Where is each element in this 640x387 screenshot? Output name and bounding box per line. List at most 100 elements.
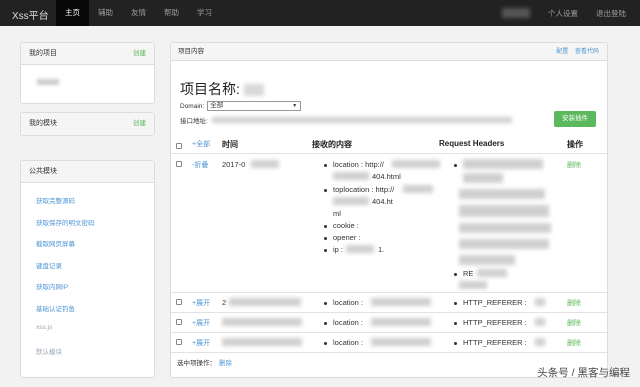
module-item[interactable]: 截取网页屏幕 <box>36 238 95 260</box>
bullet <box>324 342 327 345</box>
username-redacted <box>502 8 530 18</box>
column-request-headers: Request Headers <box>439 139 505 148</box>
bullet <box>454 273 457 276</box>
user-nav: 个人设置 退出登陆 <box>502 0 626 26</box>
content-opener: opener : <box>333 233 361 242</box>
delete-link[interactable]: 删除 <box>567 160 581 170</box>
expand-toggle[interactable]: +展开 <box>192 318 210 328</box>
table-divider <box>171 312 607 313</box>
nav-item-logout[interactable]: 退出登陆 <box>596 8 626 19</box>
row-content: location : <box>333 298 364 307</box>
table-divider <box>171 332 607 333</box>
content-location-tail: 404.html <box>372 172 401 181</box>
row-content: location : <box>333 338 364 347</box>
bullet <box>324 322 327 325</box>
module-item[interactable]: 获取完整源码 <box>36 195 95 217</box>
api-address-row: 接口地址: <box>180 115 512 125</box>
table-divider <box>171 153 607 154</box>
module-item[interactable]: 基础认证钓鱼 <box>36 303 95 325</box>
header-links: 配置 查看代码 <box>551 43 599 61</box>
redacted-header <box>463 159 543 169</box>
top-navbar: Xss平台 主页 辅助 友情 帮助 学习 个人设置 退出登陆 <box>0 0 640 26</box>
content-ip: ip : <box>333 245 344 254</box>
row-time: 2017-0 <box>222 160 246 169</box>
select-all-checkbox[interactable] <box>176 143 182 149</box>
my-projects-title: 我的项目 <box>29 50 57 57</box>
watermark: 头条号 / 黑客与编程 <box>537 367 630 379</box>
row-time: 2 <box>222 298 227 307</box>
redacted-header <box>463 173 503 183</box>
bulk-delete-link[interactable]: 删除 <box>219 360 232 367</box>
nav-item-links[interactable]: 友情 <box>122 0 155 26</box>
row-checkbox[interactable] <box>176 161 182 167</box>
public-modules-panel: 公共模块 获取完整源码 获取保存的明文密码 截取网页屏幕 键盘记录 获取内网IP… <box>20 160 155 378</box>
delete-link[interactable]: 删除 <box>567 338 581 348</box>
bullet <box>324 237 327 240</box>
redacted-value <box>392 160 440 168</box>
module-item[interactable]: 键盘记录 <box>36 260 95 282</box>
content-location: location : http:// <box>333 160 384 169</box>
public-modules-header: 公共模块 <box>21 161 154 183</box>
content-toplocation-extra: ml <box>333 209 341 218</box>
module-item[interactable]: 获取内网IP <box>36 281 95 303</box>
nav-item-settings[interactable]: 个人设置 <box>548 8 578 19</box>
bullet <box>324 189 327 192</box>
nav-item-help[interactable]: 帮助 <box>155 0 188 26</box>
content-toplocation: toplocation : http:// <box>333 185 395 194</box>
module-item[interactable]: 默认模块 <box>36 346 95 368</box>
column-action: 操作 <box>567 140 583 149</box>
delete-link[interactable]: 删除 <box>567 298 581 308</box>
project-content-panel: 项目内容 配置 查看代码 项目名称: Domain: 全部 ▼ 接口地址: 安装… <box>170 42 608 378</box>
project-item-redacted[interactable] <box>37 79 59 85</box>
my-modules-title: 我的模块 <box>29 120 57 127</box>
install-plugin-button[interactable]: 安装插件 <box>554 111 596 127</box>
nav-item-tools[interactable]: 辅助 <box>89 0 122 26</box>
nav-item-home[interactable]: 主页 <box>56 0 89 26</box>
project-content-title: 项目内容 <box>178 48 204 55</box>
redacted-value <box>333 197 369 205</box>
redacted-header <box>459 255 515 265</box>
domain-select-value: 全部 <box>210 102 224 109</box>
domain-select[interactable]: 全部 ▼ <box>207 101 302 111</box>
bullet <box>324 164 327 167</box>
redacted-value <box>371 338 431 346</box>
my-modules-header: 我的模块 创建 <box>21 113 154 135</box>
row-time-redacted <box>251 160 279 168</box>
collapse-toggle[interactable]: -折叠 <box>192 160 208 170</box>
redacted-value <box>346 245 374 253</box>
row-checkbox[interactable] <box>176 319 182 325</box>
select-all-link[interactable]: +全部 <box>192 139 210 149</box>
view-code-link[interactable]: 查看代码 <box>575 49 599 55</box>
row-time-redacted <box>229 298 301 306</box>
row-checkbox[interactable] <box>176 299 182 305</box>
row-time-redacted <box>222 318 302 326</box>
bulk-actions: 选中项操作： 删除 <box>177 357 232 367</box>
delete-link[interactable]: 删除 <box>567 318 581 328</box>
row-headers: HTTP_REFERER : <box>463 338 527 347</box>
module-item[interactable]: xss.js <box>36 324 95 346</box>
expand-toggle[interactable]: +展开 <box>192 298 210 308</box>
row-checkbox[interactable] <box>176 339 182 345</box>
redacted-header <box>477 269 507 277</box>
redacted-value <box>403 185 433 193</box>
redacted-value <box>333 172 369 180</box>
header-referer-tail: RE <box>463 269 474 278</box>
bullet <box>454 164 457 167</box>
config-link[interactable]: 配置 <box>556 49 568 55</box>
module-item[interactable]: 获取保存的明文密码 <box>36 217 95 239</box>
create-project-link[interactable]: 创建 <box>133 43 146 65</box>
chevron-down-icon: ▼ <box>292 103 298 109</box>
row-content: location : <box>333 318 364 327</box>
row-time-redacted <box>222 338 302 346</box>
content-toplocation-tail: 404.ht <box>372 197 393 206</box>
table-divider <box>171 352 607 353</box>
project-name-heading: 项目名称: <box>180 79 264 99</box>
bulk-actions-label: 选中项操作： <box>177 360 216 367</box>
my-modules-panel: 我的模块 创建 <box>20 112 155 136</box>
nav-item-learn[interactable]: 学习 <box>188 0 221 26</box>
domain-filter: Domain: 全部 ▼ <box>180 101 302 111</box>
create-module-link[interactable]: 创建 <box>133 113 146 135</box>
table-divider <box>171 292 607 293</box>
brand-logo[interactable]: Xss平台 <box>12 7 49 22</box>
expand-toggle[interactable]: +展开 <box>192 338 210 348</box>
